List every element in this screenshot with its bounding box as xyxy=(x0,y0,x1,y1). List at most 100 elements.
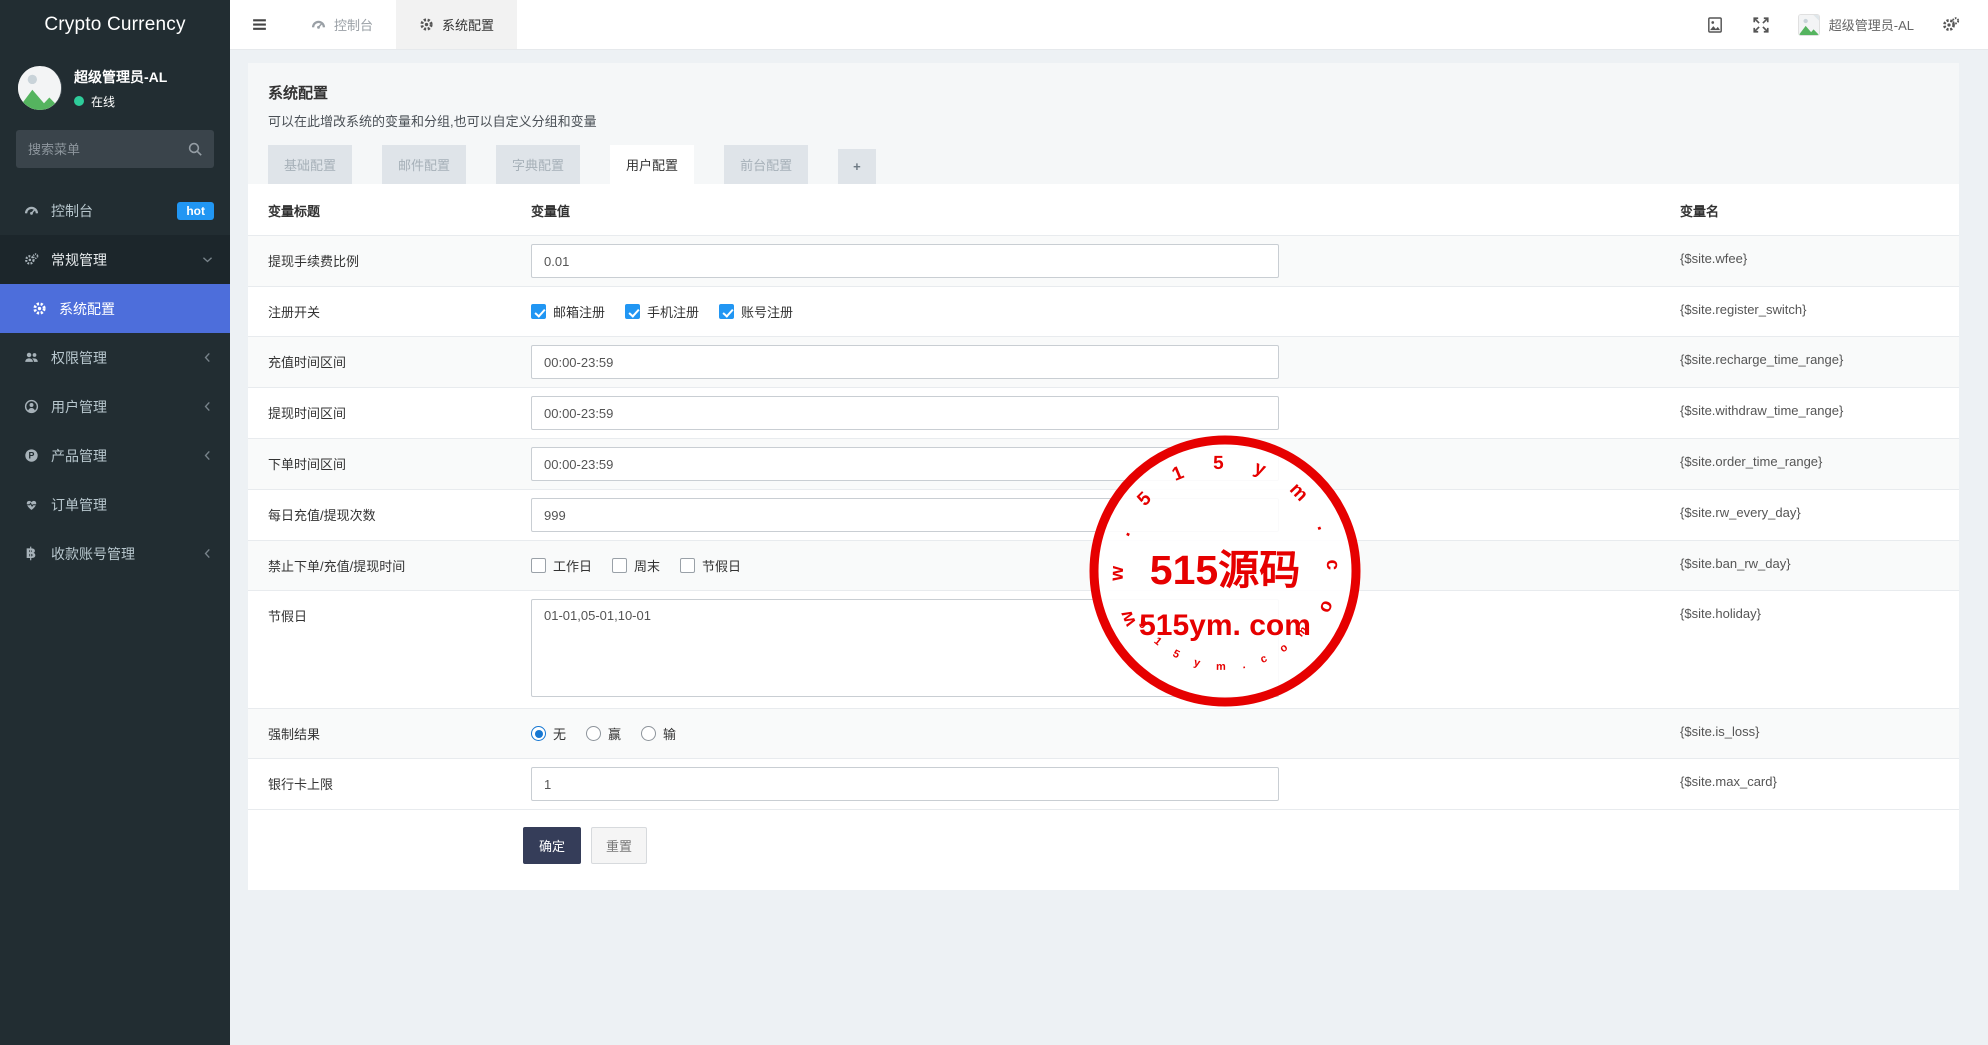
search-input[interactable] xyxy=(16,130,214,168)
chevron-left-icon xyxy=(201,400,214,413)
user-status-label: 在线 xyxy=(91,94,116,109)
checkbox[interactable] xyxy=(719,304,735,319)
app-root: Crypto Currency 超级管理员-AL 在线 控制台hot常规管理系统… xyxy=(0,0,1988,1045)
radio-button[interactable] xyxy=(641,726,657,741)
hamburger-menu-icon[interactable] xyxy=(230,0,288,49)
sidebar: Crypto Currency 超级管理员-AL 在线 控制台 hot 常规管理系统… xyxy=(0,0,230,1045)
sidebar-group: 常规管理 系统配置 xyxy=(0,235,230,333)
sidebar-item-2[interactable]: 权限管理 xyxy=(0,333,230,382)
checkbox[interactable] xyxy=(625,304,641,319)
radio-button[interactable] xyxy=(531,726,546,741)
row-title: 下单时间区间 xyxy=(248,438,523,490)
sidebar-item-0[interactable]: 控制台 hot xyxy=(0,186,230,235)
form-actions: 确定 重置 xyxy=(248,810,1959,864)
checkbox-option[interactable]: 邮箱注册 xyxy=(531,302,605,321)
radio-option[interactable]: 赢 xyxy=(586,724,621,743)
sidebar-subitem[interactable]: 系统配置 xyxy=(0,284,230,333)
sidebar-item-6[interactable]: ฿ 收款账号管理 xyxy=(0,529,230,578)
text-input[interactable] xyxy=(531,447,1279,481)
config-tab-4[interactable]: 前台配置 xyxy=(724,145,809,184)
variable-name: {$site.register_switch} xyxy=(1666,286,1959,337)
sidebar-item-label: 控制台 xyxy=(51,202,93,219)
settings-cogs-icon[interactable] xyxy=(1942,16,1960,34)
option-label: 赢 xyxy=(608,727,622,742)
gear-icon xyxy=(419,17,434,32)
config-tab-1[interactable]: 邮件配置 xyxy=(382,145,467,184)
table-row: 银行卡上限 {$site.max_card} xyxy=(248,758,1959,810)
config-table-zone: 变量标题 变量值 变量名 提现手续费比例{$site.wfee}注册开关邮箱注册… xyxy=(248,184,1959,890)
variable-name: {$site.wfee} xyxy=(1666,235,1959,287)
sidebar-item-3[interactable]: 用户管理 xyxy=(0,382,230,431)
config-table-body: 提现手续费比例 {$site.wfee} 注册开关 邮箱注册 手机注册 账号注册 {$sit… xyxy=(248,235,1959,810)
hot-badge: hot xyxy=(177,201,214,220)
config-tab-0[interactable]: 基础配置 xyxy=(268,145,353,184)
checkbox[interactable] xyxy=(531,558,546,573)
textarea-input[interactable] xyxy=(531,599,1279,697)
sidebar-item-5[interactable]: 订单管理 xyxy=(0,480,230,529)
variable-name: {$site.recharge_time_range} xyxy=(1666,336,1959,388)
checkbox-option[interactable]: 工作日 xyxy=(531,556,592,575)
row-value: 工作日 周末 节假日 xyxy=(523,540,1666,591)
text-input[interactable] xyxy=(531,498,1279,532)
checkbox-option[interactable]: 手机注册 xyxy=(625,302,699,321)
sidebar-item-4[interactable]: P 产品管理 xyxy=(0,431,230,480)
row-value xyxy=(523,235,1666,287)
row-title: 银行卡上限 xyxy=(248,758,523,810)
text-input[interactable] xyxy=(531,767,1279,801)
option-label: 账号注册 xyxy=(741,305,794,320)
sidebar-item-label: 用户管理 xyxy=(51,398,107,415)
row-value: 邮箱注册 手机注册 账号注册 xyxy=(523,286,1666,337)
row-value xyxy=(523,336,1666,388)
config-table: 变量标题 变量值 变量名 提现手续费比例{$site.wfee}注册开关邮箱注册… xyxy=(248,184,1959,810)
sidebar-menu: 控制台 hot 常规管理 系统配置 权限管理用户管理 P 产品管理 订单管理 ฿ 收款账号管理 xyxy=(0,186,230,578)
clear-cache-icon[interactable] xyxy=(1706,16,1724,34)
submit-button[interactable]: 确定 xyxy=(523,827,582,864)
topbar-tab-label: 系统配置 xyxy=(442,18,495,33)
checkbox-option[interactable]: 账号注册 xyxy=(719,302,793,321)
sidebar-item-1[interactable]: 常规管理 xyxy=(0,235,230,284)
text-input[interactable] xyxy=(531,244,1279,278)
radio-button[interactable] xyxy=(586,726,602,741)
topbar-tab-label: 控制台 xyxy=(334,18,374,33)
checkbox[interactable] xyxy=(680,558,696,573)
topbar-user-menu[interactable]: 超级管理员-AL xyxy=(1797,13,1914,36)
topbar-tab-1[interactable]: 系统配置 xyxy=(396,0,518,49)
card-header: 系统配置 可以在此增改系统的变量和分组,也可以自定义分组和变量 xyxy=(248,63,1959,130)
chevron-left-icon xyxy=(201,547,214,560)
user-name: 超级管理员-AL xyxy=(74,68,168,85)
online-dot-icon xyxy=(74,96,84,106)
text-input[interactable] xyxy=(531,345,1279,379)
text-input[interactable] xyxy=(531,396,1279,430)
sidebar-item-label: 产品管理 xyxy=(51,447,107,464)
variable-name: {$site.withdraw_time_range} xyxy=(1666,387,1959,439)
row-title: 提现时间区间 xyxy=(248,387,523,439)
add-tab-button[interactable]: + xyxy=(838,149,876,184)
table-row: 禁止下单/充值/提现时间 工作日 周末 节假日 {$site.ban_rw_day} xyxy=(248,540,1959,591)
row-title: 节假日 xyxy=(248,590,523,709)
config-tab-3[interactable]: 用户配置 xyxy=(610,145,695,184)
radio-option[interactable]: 输 xyxy=(641,724,676,743)
checkbox[interactable] xyxy=(531,304,546,319)
checkbox-option[interactable]: 节假日 xyxy=(680,556,741,575)
fullscreen-icon[interactable] xyxy=(1752,16,1770,34)
variable-name: {$site.max_card} xyxy=(1666,758,1959,810)
topbar-tab-0[interactable]: 控制台 xyxy=(288,0,396,49)
row-value: 无赢输 xyxy=(523,708,1666,759)
chevron-left-icon xyxy=(201,449,214,462)
user-avatar xyxy=(18,66,62,110)
content-area: 系统配置 可以在此增改系统的变量和分组,也可以自定义分组和变量 基础配置 邮件配置… xyxy=(230,50,1988,1045)
row-value xyxy=(523,590,1666,709)
user-panel: 超级管理员-AL 在线 xyxy=(0,50,230,120)
option-label: 无 xyxy=(553,727,567,742)
config-tab-2[interactable]: 字典配置 xyxy=(496,145,581,184)
topbar-right: 超级管理员-AL xyxy=(1706,0,1988,49)
row-value xyxy=(523,438,1666,490)
radio-option[interactable]: 无 xyxy=(531,724,566,743)
chevron-left-icon xyxy=(201,351,214,364)
checkbox[interactable] xyxy=(612,558,628,573)
variable-name: {$site.ban_rw_day} xyxy=(1666,540,1959,591)
reset-button[interactable]: 重置 xyxy=(591,827,648,864)
table-row: 注册开关 邮箱注册 手机注册 账号注册 {$site.register_switch} xyxy=(248,286,1959,337)
table-row: 提现手续费比例 {$site.wfee} xyxy=(248,235,1959,287)
checkbox-option[interactable]: 周末 xyxy=(612,556,660,575)
